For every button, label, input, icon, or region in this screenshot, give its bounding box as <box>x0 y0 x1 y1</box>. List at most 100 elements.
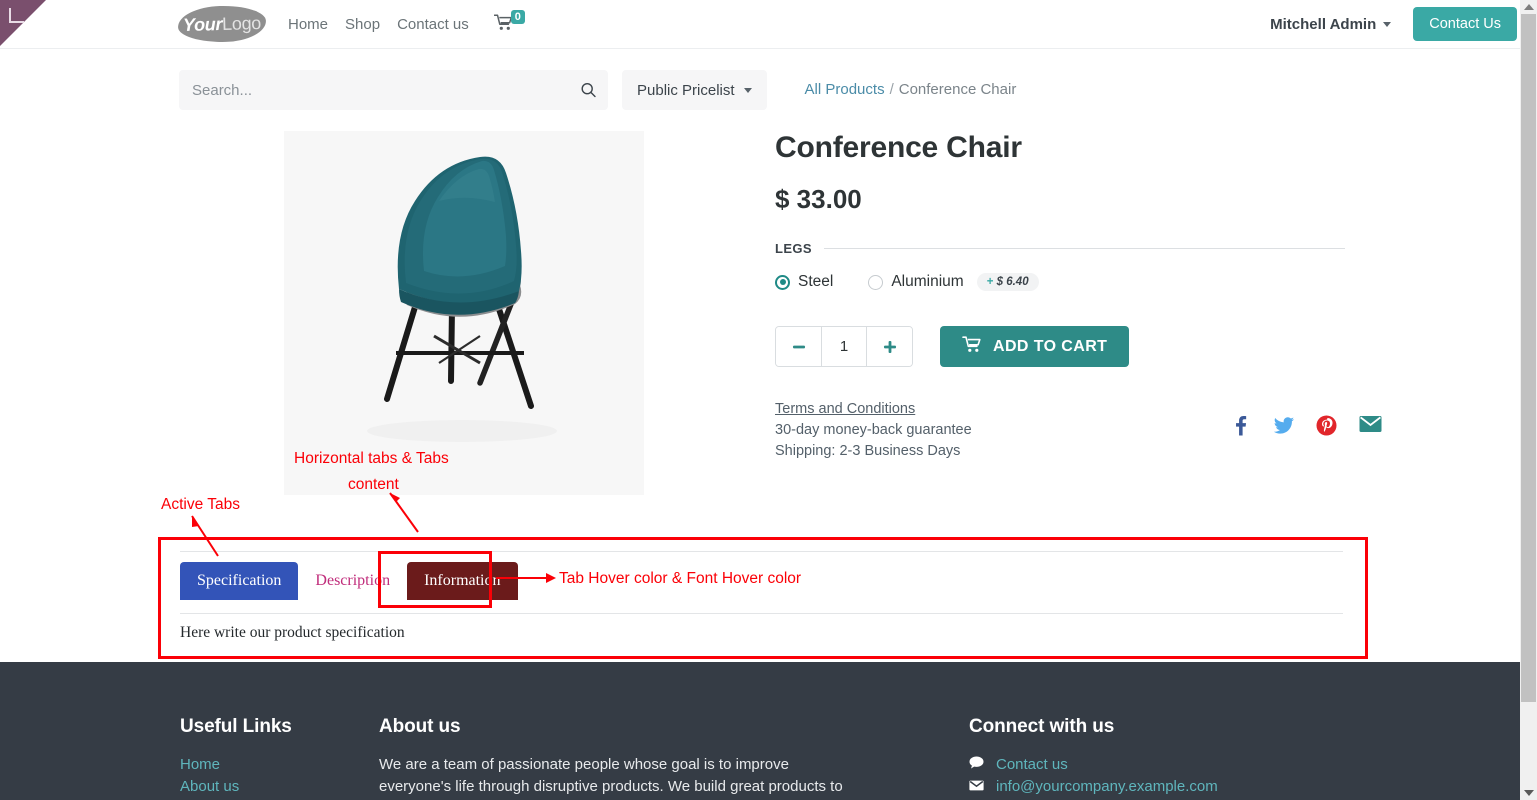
shipping-text: Shipping: 2-3 Business Days <box>775 443 961 459</box>
attribute-legs-options: Steel Aluminium + $ 6.40 <box>775 273 1345 291</box>
footer-column-about: About us We are a team of passionate peo… <box>379 716 969 798</box>
footer-link-about-us[interactable]: About us <box>180 776 379 798</box>
breadcrumb-all-products[interactable]: All Products <box>805 81 885 98</box>
user-menu[interactable]: Mitchell Admin <box>1270 15 1392 33</box>
footer-about-heading: About us <box>379 716 461 737</box>
search-icon[interactable] <box>581 82 596 98</box>
cart-icon <box>493 14 513 34</box>
minus-icon <box>792 345 805 348</box>
logo-bold: Your <box>182 13 223 35</box>
footer-columns: Useful Links Home About us About us We a… <box>180 716 1520 798</box>
chat-icon-svg <box>969 756 984 769</box>
search-icon-svg <box>581 82 596 98</box>
facebook-icon-svg <box>1236 415 1247 436</box>
radio-steel[interactable] <box>775 274 790 290</box>
variant-option-steel[interactable]: Steel <box>775 273 833 291</box>
attribute-legs-header: LEGS <box>775 241 1345 256</box>
quantity-decrease-button[interactable] <box>776 327 821 366</box>
site-footer: Useful Links Home About us About us We a… <box>0 662 1520 800</box>
variant-extra-price: + $ 6.40 <box>976 273 1039 291</box>
pricelist-label: Public Pricelist <box>637 81 735 99</box>
product-info: Conference Chair $ 33.00 LEGS Steel Alum… <box>775 131 1382 495</box>
product-image-conference-chair <box>284 131 644 495</box>
email-icon-svg <box>1359 416 1382 432</box>
plus-icon <box>883 340 896 353</box>
site-logo[interactable]: YourLogo <box>177 4 267 44</box>
product-image-box[interactable] <box>284 131 644 495</box>
footer-link-email[interactable]: info@yourcompany.example.com <box>996 776 1218 798</box>
triangle-up-icon <box>1523 4 1534 10</box>
annotation-active-tabs: Active Tabs <box>161 496 240 513</box>
scrollbar-down-arrow[interactable] <box>1520 786 1537 800</box>
radio-aluminium[interactable] <box>868 274 884 290</box>
annotation-horizontal-tabs-line1: Horizontal tabs & Tabs <box>294 450 449 467</box>
variant-extra-amount: $ 6.40 <box>996 276 1029 288</box>
annotation-box-tabs-section <box>158 537 1368 659</box>
page-scrollbar[interactable] <box>1520 0 1537 800</box>
footer-contact-us-row[interactable]: Contact us <box>969 754 1369 776</box>
nav-item-home[interactable]: Home <box>288 16 328 33</box>
variant-option-aluminium[interactable]: Aluminium <box>868 273 964 291</box>
cart-icon <box>962 335 982 358</box>
footer-about-line1: We are a team of passionate people whose… <box>379 756 789 773</box>
annotation-box-information-tab <box>378 551 492 608</box>
pinterest-icon[interactable] <box>1316 415 1337 436</box>
social-share-row <box>1230 415 1382 436</box>
annotation-horizontal-tabs-line2: content <box>348 476 399 493</box>
pinterest-icon-svg <box>1316 415 1337 436</box>
attribute-divider <box>824 248 1345 249</box>
tools-row: Public Pricelist All Products/Conference… <box>0 49 1537 110</box>
nav-item-contact-us[interactable]: Contact us <box>397 16 469 33</box>
search-input[interactable] <box>179 70 608 110</box>
footer-column-useful-links: Useful Links Home About us <box>180 716 379 798</box>
footer-useful-links-heading: Useful Links <box>180 716 292 737</box>
cart-icon-svg <box>493 14 512 30</box>
variant-label-steel: Steel <box>798 273 834 290</box>
logo-text: YourLogo <box>183 12 262 35</box>
quantity-stepper <box>775 326 913 367</box>
footer-link-contact-us[interactable]: Contact us <box>996 754 1068 776</box>
quantity-input[interactable] <box>821 327 867 366</box>
product-row: Conference Chair $ 33.00 LEGS Steel Alum… <box>0 131 1537 495</box>
twitter-icon[interactable] <box>1273 415 1294 436</box>
facebook-icon[interactable] <box>1230 415 1251 436</box>
chevron-down-icon <box>1383 21 1392 27</box>
add-to-cart-button[interactable]: ADD TO CART <box>940 326 1130 367</box>
header-right-group: Mitchell Admin Contact Us <box>1270 7 1517 41</box>
user-menu-label: Mitchell Admin <box>1270 15 1377 33</box>
variant-extra-plus: + <box>986 276 994 288</box>
envelope-icon <box>969 776 985 798</box>
scrollbar-up-arrow[interactable] <box>1520 0 1537 14</box>
cart-icon-svg <box>962 335 981 352</box>
product-title: Conference Chair <box>775 131 1022 164</box>
quantity-increase-button[interactable] <box>867 327 912 366</box>
footer-connect-heading: Connect with us <box>969 716 1115 737</box>
breadcrumb-current: Conference Chair <box>898 81 1017 98</box>
product-price: $ 33.00 <box>775 184 862 214</box>
footer-about-line2: everyone's life through disruptive produ… <box>379 778 843 795</box>
email-icon[interactable] <box>1359 415 1382 436</box>
footer-column-connect: Connect with us Contact us info@yourcomp… <box>969 716 1369 798</box>
nav-item-shop[interactable]: Shop <box>345 16 380 33</box>
corner-ribbon-icon <box>9 8 24 23</box>
contact-us-button[interactable]: Contact Us <box>1413 7 1517 41</box>
annotation-tab-hover-color: Tab Hover color & Font Hover color <box>559 570 802 587</box>
corner-ribbon <box>0 0 46 46</box>
search-box <box>179 70 608 110</box>
attribute-legs-label: LEGS <box>775 241 812 256</box>
header-cart-link[interactable]: 0 <box>493 10 525 34</box>
cart-count-badge: 0 <box>510 10 525 24</box>
footer-email-row[interactable]: info@yourcompany.example.com <box>969 776 1369 798</box>
terms-and-conditions-link[interactable]: Terms and Conditions <box>775 401 915 417</box>
envelope-icon-svg <box>969 780 984 791</box>
footer-link-home[interactable]: Home <box>180 754 379 776</box>
add-to-cart-label: ADD TO CART <box>993 337 1108 355</box>
site-header: YourLogo Home Shop Contact us 0 Mitchell… <box>0 0 1537 49</box>
scrollbar-thumb[interactable] <box>1521 14 1536 702</box>
pricelist-dropdown[interactable]: Public Pricelist <box>622 70 767 110</box>
twitter-icon-svg <box>1273 417 1294 434</box>
variant-label-aluminium: Aluminium <box>891 273 964 290</box>
breadcrumb-separator: / <box>889 81 894 98</box>
chat-icon <box>969 754 985 776</box>
chevron-down-icon <box>743 87 752 93</box>
